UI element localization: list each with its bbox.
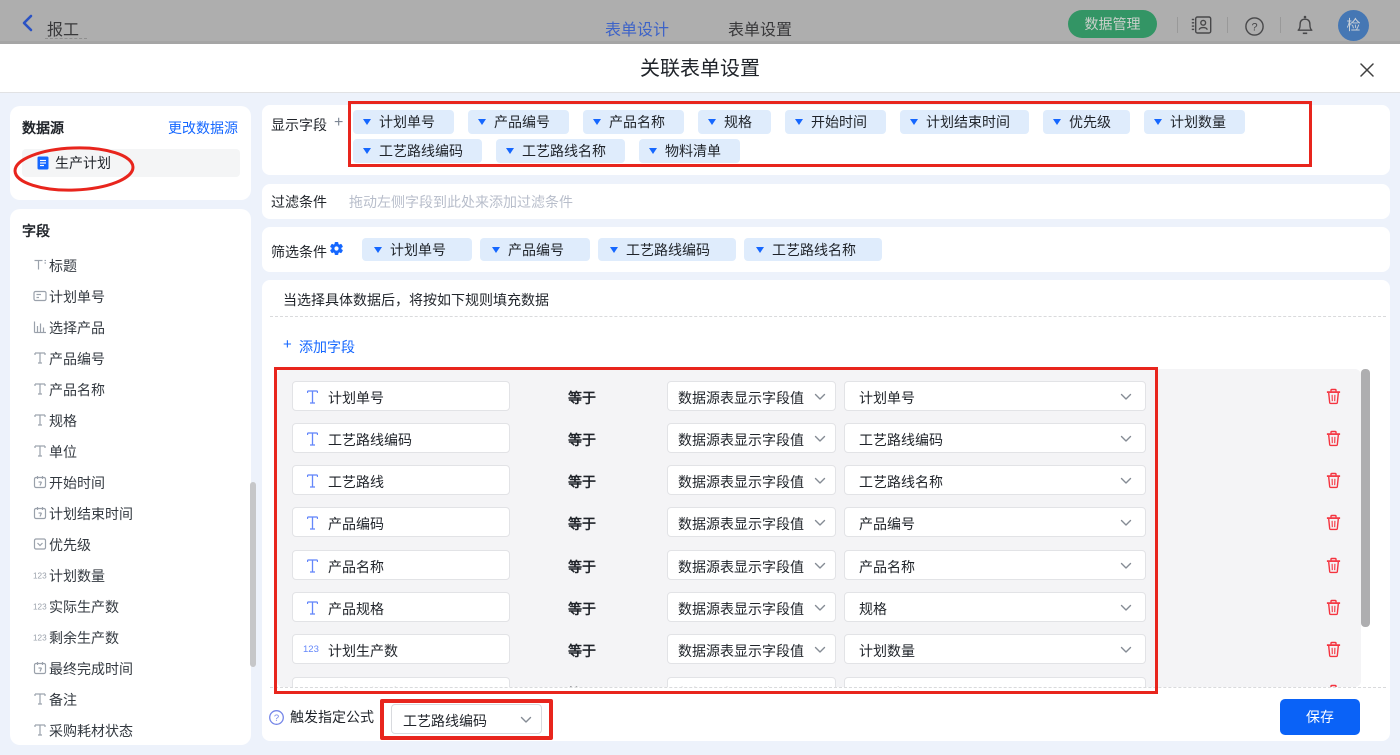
svg-text:123: 123 (33, 572, 47, 581)
svg-text:123: 123 (33, 634, 47, 643)
svg-text:?: ? (274, 713, 279, 724)
svg-text:?: ? (1251, 22, 1257, 34)
svg-text:123: 123 (33, 603, 47, 612)
